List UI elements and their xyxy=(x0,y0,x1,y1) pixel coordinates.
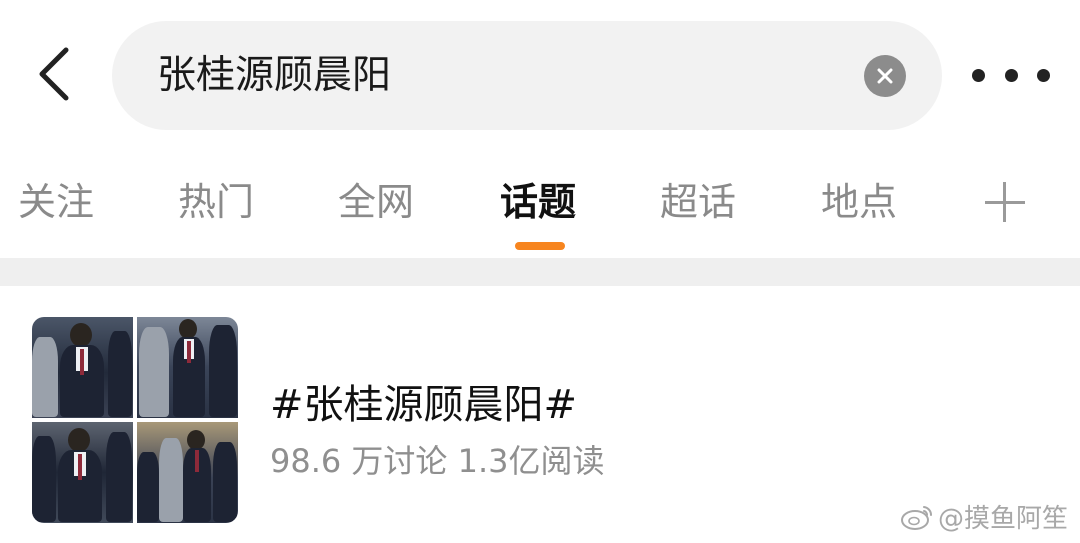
back-arrow-icon xyxy=(39,47,69,101)
back-button[interactable] xyxy=(24,44,84,104)
topic-stats: 98.6 万讨论 1.3亿阅读 xyxy=(270,442,605,480)
plus-icon[interactable] xyxy=(985,182,1025,222)
search-tabs: 关注 热门 全网 话题 超话 地点 xyxy=(0,160,1080,256)
collage-photo xyxy=(32,317,133,418)
more-dots-icon xyxy=(1004,68,1018,82)
more-dots-icon xyxy=(972,68,985,82)
collage-photo xyxy=(137,317,238,418)
tab-hot[interactable]: 热门 xyxy=(178,170,254,234)
tab-follow[interactable]: 关注 xyxy=(18,170,94,234)
watermark: @摸鱼阿笙 xyxy=(900,498,1068,535)
clear-icon xyxy=(877,68,893,84)
section-divider xyxy=(0,258,1080,286)
search-input[interactable]: 张桂源顾晨阳 xyxy=(157,21,391,130)
tab-topic[interactable]: 话题 xyxy=(500,170,576,234)
clear-search-button[interactable] xyxy=(864,55,906,97)
watermark-text: @摸鱼阿笙 xyxy=(937,504,1068,534)
more-dots-icon xyxy=(1037,68,1050,82)
topic-title[interactable]: #张桂源顾晨阳# xyxy=(270,372,577,430)
collage-photo xyxy=(32,422,133,523)
search-box[interactable]: 张桂源顾晨阳 xyxy=(112,21,942,130)
topic-collage-thumbnail[interactable] xyxy=(32,317,238,523)
tab-web[interactable]: 全网 xyxy=(338,170,414,234)
collage-photo xyxy=(137,422,238,523)
more-options-button[interactable] xyxy=(972,55,1050,95)
active-tab-indicator xyxy=(515,242,565,250)
top-bar: 张桂源顾晨阳 xyxy=(0,0,1080,150)
tab-super-topic[interactable]: 超话 xyxy=(660,170,736,234)
tab-location[interactable]: 地点 xyxy=(821,170,897,234)
weibo-logo-icon xyxy=(900,505,932,530)
